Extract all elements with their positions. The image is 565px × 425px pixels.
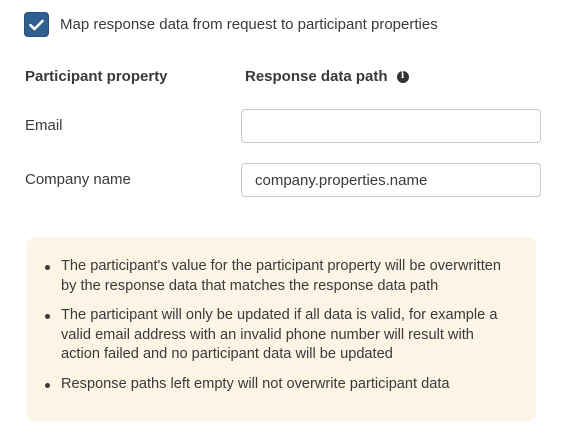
email-label: Email xyxy=(25,117,63,134)
company-name-label: Company name xyxy=(25,171,131,188)
checkmark-icon xyxy=(29,19,44,30)
response-data-path-header-group: Response data path i xyxy=(245,68,409,85)
email-path-input[interactable] xyxy=(241,109,541,143)
info-notes-list: The participant's value for the particip… xyxy=(45,257,508,395)
info-note: The participant will only be updated if … xyxy=(45,306,508,365)
map-response-checkbox-row[interactable]: Map response data from request to partic… xyxy=(24,12,438,37)
info-note: The participant's value for the particip… xyxy=(45,257,508,296)
info-notes-box: The participant's value for the particip… xyxy=(27,237,536,421)
response-data-path-header: Response data path xyxy=(245,68,388,85)
map-response-checkbox-label[interactable]: Map response data from request to partic… xyxy=(60,16,438,33)
participant-property-header: Participant property xyxy=(25,68,168,85)
map-response-checkbox[interactable] xyxy=(24,12,49,37)
company-name-path-input[interactable] xyxy=(241,163,541,197)
info-note: Response paths left empty will not overw… xyxy=(45,375,508,395)
info-icon[interactable]: i xyxy=(396,70,409,83)
